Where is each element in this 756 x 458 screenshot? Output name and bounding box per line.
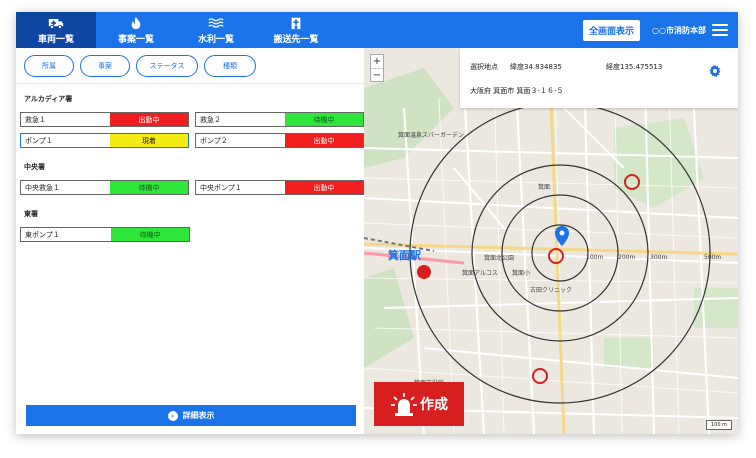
unit-item[interactable]: 中央ポンプ１ 出動中	[195, 180, 364, 195]
town-label: 箕面	[538, 184, 551, 191]
tab-vehicles[interactable]: 車両一覧	[16, 12, 96, 48]
status-badge: 待機中	[110, 181, 188, 194]
top-nav: 車両一覧 事案一覧 水利一覧 搬送先一覧 全画面表示 ○○市消防本部	[16, 12, 738, 48]
unit-row: 救急１ 出動中 救急２ 待機中	[20, 112, 364, 127]
unit-name: ポンプ２	[196, 134, 285, 147]
ring-300-label: 300m	[650, 254, 668, 261]
filter-type-button[interactable]: 種類	[204, 54, 256, 77]
fire-icon	[131, 16, 141, 29]
status-badge: 待機中	[285, 113, 363, 126]
unit-row: 中央救急１ 待機中 中央ポンプ１ 出動中	[20, 180, 364, 195]
tab-label: 搬送先一覧	[273, 34, 319, 45]
zoom-in-button[interactable]: +	[371, 55, 383, 68]
menu-icon[interactable]	[712, 24, 728, 36]
ambulance-icon	[48, 18, 64, 29]
app-window: 車両一覧 事案一覧 水利一覧 搬送先一覧 全画面表示 ○○市消防本部 所属 事案…	[16, 12, 738, 434]
unit-row: ポンプ１ 現着 ポンプ２ 出動中	[20, 133, 364, 148]
chevron-right-icon: ›	[167, 410, 178, 421]
details-label: 詳細表示	[182, 411, 215, 420]
location-info-panel: 選択地点 緯度34.834835 経度135.475513 大阪府 箕面市 箕面…	[460, 48, 738, 108]
siren-icon	[391, 393, 417, 416]
filter-affiliation-button[interactable]: 所属	[24, 54, 74, 77]
status-badge: 出動中	[285, 181, 363, 194]
status-badge: 出動中	[285, 134, 363, 147]
longitude-value: 経度135.475513	[606, 63, 663, 71]
clinic-label: 古田クリニック	[530, 287, 573, 294]
tab-label: 車両一覧	[37, 34, 74, 45]
station-title: アルカディア署	[24, 95, 73, 103]
ring-100-label: 100m	[586, 254, 604, 261]
details-button[interactable]: › 詳細表示	[26, 405, 356, 426]
station-label: 箕面駅	[388, 249, 421, 262]
tab-label: 事案一覧	[117, 34, 154, 45]
zoom-out-button[interactable]: −	[371, 68, 383, 81]
station-title: 中央署	[24, 163, 45, 171]
map-view[interactable]: 箕面駅 箕面北公園 古田クリニック 箕面小 箕面アルコス 箕面 箕面温泉スパーガ…	[364, 48, 738, 434]
unit-name: 中央ポンプ１	[196, 181, 285, 194]
unit-row: 東ポンプ１ 待機中	[20, 227, 364, 242]
status-badge: 現着	[110, 134, 188, 147]
status-badge: 待機中	[111, 228, 189, 241]
unit-item[interactable]: 救急１ 出動中	[20, 112, 189, 127]
unit-name: ポンプ１	[21, 134, 110, 147]
selected-point-label: 選択地点	[470, 63, 498, 71]
apartment-label: 箕面アルコス	[462, 270, 498, 277]
unit-item[interactable]: 中央救急１ 待機中	[20, 180, 189, 195]
spa-label: 箕面温泉スパーガーデン	[398, 132, 465, 139]
unit-item-selected[interactable]: ポンプ１ 現着	[20, 133, 189, 148]
create-label: 作成	[420, 397, 448, 413]
unit-item[interactable]: 東ポンプ１ 待機中	[20, 227, 190, 242]
header-actions: 全画面表示 ○○市消防本部	[583, 12, 738, 48]
park-label: 箕面北公園	[484, 255, 515, 262]
latitude-value: 緯度34.834835	[510, 63, 562, 71]
hospital-icon	[291, 17, 301, 29]
ring-500-label: 500m	[704, 254, 722, 261]
filter-status-button[interactable]: ステータス	[136, 54, 198, 77]
gear-icon[interactable]	[708, 64, 722, 78]
unit-name: 東ポンプ１	[21, 228, 111, 241]
unit-name: 救急２	[196, 113, 285, 126]
map-scale: 100 m	[706, 420, 732, 430]
vehicle-list-panel: 所属 事案 ステータス 種類 アルカディア署 救急１ 出動中 救急２ 待機中 ポ…	[16, 48, 364, 434]
fullscreen-button[interactable]: 全画面表示	[583, 19, 641, 41]
status-badge: 出動中	[110, 113, 188, 126]
org-name: ○○市消防本部	[652, 25, 706, 35]
station-title: 東署	[24, 210, 38, 218]
tab-water[interactable]: 水利一覧	[176, 12, 256, 48]
unit-name: 救急１	[21, 113, 110, 126]
unit-item[interactable]: 救急２ 待機中	[195, 112, 364, 127]
unit-item[interactable]: ポンプ２ 出動中	[195, 133, 364, 148]
tab-label: 水利一覧	[197, 34, 234, 45]
tab-hospitals[interactable]: 搬送先一覧	[256, 12, 336, 48]
tab-incidents[interactable]: 事案一覧	[96, 12, 176, 48]
zoom-control: + −	[370, 54, 384, 82]
filter-bar: 所属 事案 ステータス 種類	[16, 48, 364, 84]
water-icon	[208, 17, 224, 28]
address-value: 大阪府 箕面市 箕面３-１６-５	[470, 87, 564, 95]
filter-incident-button[interactable]: 事案	[80, 54, 130, 77]
create-incident-button[interactable]: 作成	[374, 382, 464, 426]
unit-name: 中央救急１	[21, 181, 110, 194]
school-label: 箕面小	[512, 270, 531, 277]
ring-200-label: 200m	[618, 254, 636, 261]
